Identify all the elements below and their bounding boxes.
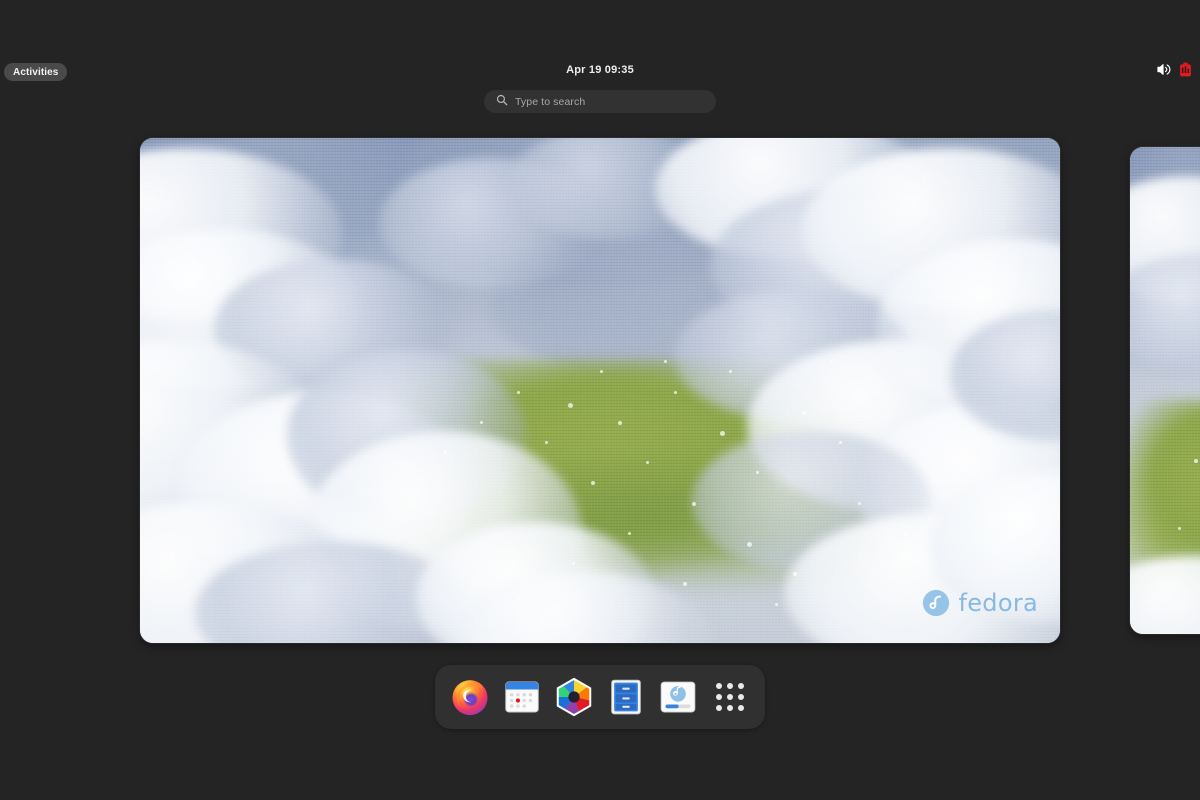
- search-icon: [496, 93, 508, 111]
- firefox-icon: [452, 680, 488, 716]
- fedora-watermark: fedora: [922, 589, 1038, 617]
- wallpaper-preview: [1130, 147, 1200, 634]
- show-applications-button[interactable]: [707, 674, 753, 720]
- dash-dock: [435, 665, 765, 729]
- clock-label: Apr 19 09:35: [566, 64, 634, 76]
- dock-item-calendar[interactable]: [499, 674, 545, 720]
- search-placeholder: Type to search: [515, 95, 586, 108]
- top-bar: [0, 0, 1200, 32]
- dock-item-software[interactable]: [655, 674, 701, 720]
- workspace-1[interactable]: fedora: [140, 138, 1060, 643]
- dock-item-photos[interactable]: [551, 674, 597, 720]
- clock-button[interactable]: Apr 19 09:35: [0, 64, 1200, 76]
- wallpaper: fedora: [140, 138, 1060, 643]
- battery-icon: [1179, 62, 1192, 82]
- status-menu-button[interactable]: [1156, 62, 1192, 82]
- files-icon: [611, 679, 641, 715]
- software-icon: [660, 681, 696, 713]
- search-input[interactable]: Type to search: [484, 90, 716, 113]
- fedora-watermark-text: fedora: [958, 589, 1038, 617]
- workspace-thumbnails: fedora: [0, 138, 1200, 643]
- activities-button[interactable]: Activities: [4, 63, 68, 81]
- search-area: Type to search: [0, 90, 1200, 113]
- activities-label: Activities: [13, 66, 59, 78]
- dock-item-files[interactable]: [603, 674, 649, 720]
- photos-icon: [556, 677, 592, 717]
- app-grid-icon: [716, 683, 744, 711]
- dock-item-firefox[interactable]: [447, 674, 493, 720]
- gnome-shell-overview: Activities Apr 19 09:35 Type to search f…: [0, 0, 1200, 800]
- workspace-2[interactable]: [1130, 147, 1200, 634]
- volume-icon: [1156, 62, 1171, 82]
- calendar-icon: [505, 681, 539, 713]
- fedora-logo-icon: [923, 589, 950, 617]
